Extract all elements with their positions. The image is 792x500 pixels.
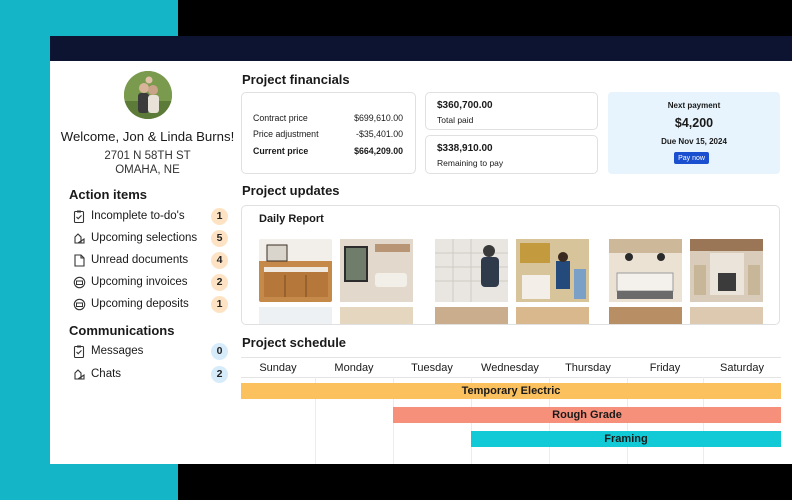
current-price-row: Current price $664,209.00 <box>253 146 403 156</box>
daily-report-title: Daily Report <box>259 213 324 225</box>
comm-item-label: Chats <box>91 368 122 380</box>
count-badge: 1 <box>211 207 228 225</box>
count-badge: 1 <box>211 295 228 313</box>
current-price-value: $664,209.00 <box>354 146 403 156</box>
photo-thumb[interactable] <box>340 307 413 324</box>
chat-icon <box>72 367 86 381</box>
app-top-bar <box>50 36 792 61</box>
total-paid-card: $360,700.00 Total paid <box>425 92 598 130</box>
action-item-upcoming-deposits[interactable]: Upcoming deposits 1 <box>72 294 228 314</box>
daily-report-card[interactable]: Daily Report <box>241 205 780 325</box>
action-item-label: Incomplete to-do's <box>91 210 185 222</box>
price-adjustment-label: Price adjustment <box>253 129 319 139</box>
photo-bathroom[interactable] <box>259 239 332 302</box>
photo-fireplace[interactable] <box>690 239 763 302</box>
next-payment-label: Next payment <box>667 101 721 110</box>
action-item-label: Upcoming deposits <box>91 298 189 310</box>
count-badge: 2 <box>211 365 228 383</box>
address: 2701 N 58TH ST OMAHA, NE <box>60 149 235 177</box>
count-badge: 2 <box>211 273 228 291</box>
sidebar: Welcome, Jon & Linda Burns! 2701 N 58TH … <box>50 61 240 464</box>
contract-price-row: Contract price $699,610.00 <box>253 113 403 123</box>
background-bottom-strip <box>178 464 792 500</box>
day-saturday: Saturday <box>719 362 765 374</box>
price-card: Contract price $699,610.00 Price adjustm… <box>241 92 416 174</box>
app-window: Welcome, Jon & Linda Burns! 2701 N 58TH … <box>50 61 792 464</box>
total-paid-amount: $360,700.00 <box>437 100 493 111</box>
next-payment-amount: $4,200 <box>674 116 714 130</box>
action-item-upcoming-invoices[interactable]: Upcoming invoices 2 <box>72 272 228 292</box>
next-payment-card: Next payment $4,200 Due Nov 15, 2024 Pay… <box>608 92 780 174</box>
next-payment-due: Due Nov 15, 2024 <box>661 137 727 146</box>
count-badge: 5 <box>211 229 228 247</box>
comm-item-messages[interactable]: Messages 0 <box>72 341 228 361</box>
remaining-amount: $338,910.00 <box>437 143 493 154</box>
deposit-icon <box>72 297 86 311</box>
comm-item-label: Messages <box>91 345 144 357</box>
task-bar-framing[interactable]: Framing <box>471 431 781 447</box>
schedule-title: Project schedule <box>242 335 347 350</box>
pay-now-button[interactable]: Pay now <box>674 152 709 164</box>
selection-icon <box>72 231 86 245</box>
photo-thumb[interactable] <box>609 307 682 324</box>
remaining-card: $338,910.00 Remaining to pay <box>425 135 598 174</box>
remaining-label: Remaining to pay <box>437 158 504 168</box>
contract-price-value: $699,610.00 <box>354 113 403 123</box>
photo-thumb[interactable] <box>690 307 763 324</box>
photo-kitchen-install[interactable] <box>516 239 589 302</box>
photo-kitchen-island[interactable] <box>609 239 682 302</box>
invoice-icon <box>72 275 86 289</box>
document-icon <box>72 253 86 267</box>
current-price-label: Current price <box>253 146 309 156</box>
action-item-unread-documents[interactable]: Unread documents 4 <box>72 250 228 270</box>
address-line-1: 2701 N 58TH ST <box>104 150 191 162</box>
action-item-label: Unread documents <box>91 254 189 266</box>
action-item-upcoming-selections[interactable]: Upcoming selections 5 <box>72 228 228 248</box>
action-item-label: Upcoming invoices <box>91 276 188 288</box>
message-icon <box>72 344 86 358</box>
task-bar-temporary-electric[interactable]: Temporary Electric <box>241 383 781 399</box>
day-tuesday: Tuesday <box>411 362 453 374</box>
day-sunday: Sunday <box>259 362 297 374</box>
total-paid-label: Total paid <box>437 115 474 125</box>
comm-item-chats[interactable]: Chats 2 <box>72 364 228 384</box>
photo-living-room[interactable] <box>340 239 413 302</box>
communications-title: Communications <box>69 323 175 338</box>
photo-thumb[interactable] <box>259 307 332 324</box>
schedule-header: Sunday Monday Tuesday Wednesday Thursday… <box>241 357 781 378</box>
day-friday: Friday <box>649 362 681 374</box>
updates-title: Project updates <box>242 183 340 198</box>
financials-title: Project financials <box>242 72 350 87</box>
photo-thumb[interactable] <box>435 307 508 324</box>
task-bar-rough-grade[interactable]: Rough Grade <box>393 407 781 423</box>
day-wednesday: Wednesday <box>481 362 539 374</box>
day-monday: Monday <box>334 362 374 374</box>
count-badge: 0 <box>211 342 228 360</box>
action-item-incomplete-todos[interactable]: Incomplete to-do's 1 <box>72 206 228 226</box>
welcome-text: Welcome, Jon & Linda Burns! <box>60 129 235 144</box>
count-badge: 4 <box>211 251 228 269</box>
action-items-title: Action items <box>69 187 148 202</box>
photo-tile-work[interactable] <box>435 239 508 302</box>
address-line-2: OMAHA, NE <box>115 164 180 176</box>
checklist-icon <box>72 209 86 223</box>
contract-price-label: Contract price <box>253 113 308 123</box>
avatar[interactable] <box>124 71 172 119</box>
day-thursday: Thursday <box>565 362 611 374</box>
action-item-label: Upcoming selections <box>91 232 198 244</box>
photo-thumb[interactable] <box>516 307 589 324</box>
price-adjustment-row: Price adjustment -$35,401.00 <box>253 129 403 139</box>
price-adjustment-value: -$35,401.00 <box>356 129 403 139</box>
